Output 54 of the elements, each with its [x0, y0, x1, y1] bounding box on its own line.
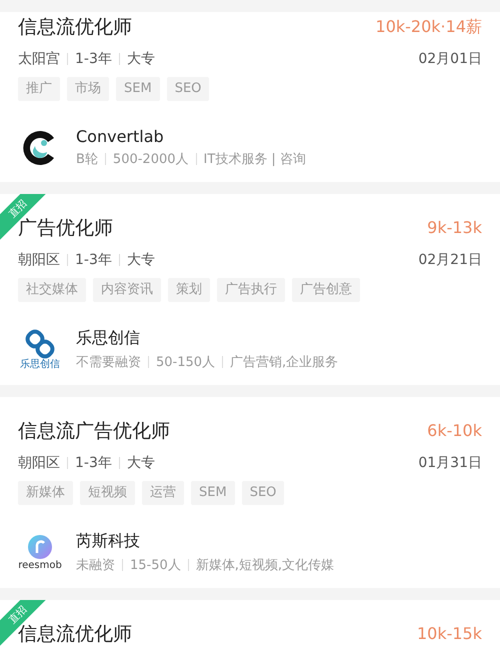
job-title: 信息流优化师	[18, 623, 132, 646]
job-meta: 大专	[126, 251, 155, 269]
salary: 10k-15k	[416, 623, 482, 645]
job-card[interactable]: 直招 广告优化师 9k-13k 朝阳区 1-3年 大专 02月21日 社交媒体 内容资讯 策划 广告执行 广告创意 乐思创信 乐思创信 不需要融资 50-150人 广告营销,企业服务	[0, 194, 500, 385]
skill-tag: 推广	[18, 77, 60, 101]
company-meta: 不需要融资	[76, 354, 141, 371]
job-title: 信息流优化师	[18, 15, 132, 39]
logo-icon	[25, 329, 55, 359]
company-meta: B轮	[76, 151, 98, 168]
post-date: 01月31日	[418, 454, 482, 472]
job-meta: 朝阳区	[18, 251, 60, 269]
salary: 6k-10k	[427, 420, 482, 442]
skill-tag: SEO	[242, 481, 284, 505]
job-meta: 1-3年	[75, 454, 112, 472]
company-meta: 新媒体,短视频,文化传媒	[196, 557, 334, 574]
company-meta: 500-2000人	[112, 151, 189, 168]
job-meta: 1-3年	[75, 50, 112, 68]
salary: 10k-20k·14薪	[376, 16, 482, 38]
skill-tag: 策划	[168, 278, 210, 302]
skill-tag: 新媒体	[18, 481, 73, 505]
job-meta: 太阳宫	[18, 50, 60, 68]
skill-tag: 运营	[142, 481, 184, 505]
job-title: 信息流广告优化师	[18, 419, 170, 443]
job-card[interactable]: 直招 信息流优化师 10k-15k	[0, 600, 500, 652]
company-meta: 15-50人	[130, 557, 181, 574]
skill-tag: SEM	[191, 481, 235, 505]
job-meta: 朝阳区	[18, 454, 60, 472]
company-meta: IT技术服务 | 咨询	[204, 151, 306, 168]
job-meta: 1-3年	[75, 251, 112, 269]
company-meta: 50-150人	[156, 354, 216, 371]
skill-tag: 社交媒体	[18, 278, 86, 302]
company-name: 芮斯科技	[76, 531, 141, 552]
job-meta: 大专	[126, 50, 155, 68]
company-name: 乐思创信	[76, 328, 141, 349]
skill-tag: SEM	[116, 77, 160, 101]
logo-icon	[27, 534, 53, 560]
post-date: 02月01日	[418, 50, 482, 68]
post-date: 02月21日	[418, 251, 482, 269]
skill-tag: 广告执行	[217, 278, 285, 302]
company-meta: 未融资	[76, 557, 115, 574]
job-meta: 大专	[126, 454, 155, 472]
skill-tag: 广告创意	[292, 278, 360, 302]
company-meta: 广告营销,企业服务	[230, 354, 338, 371]
job-card[interactable]: 信息流优化师 10k-20k·14薪 太阳宫 1-3年 大专 02月01日 推广 市场 SEM SEO Convertlab B轮 500-2000人 IT技术服务 | 咨询	[0, 12, 500, 182]
logo-text: 乐思创信	[20, 359, 60, 370]
skill-tag: 内容资讯	[93, 278, 161, 302]
company-name: Convertlab	[76, 127, 165, 146]
skill-tag: SEO	[166, 77, 210, 101]
logo-text: reesmob	[18, 560, 62, 571]
skill-tag: 短视频	[80, 481, 135, 505]
salary: 9k-13k	[427, 217, 482, 239]
job-card[interactable]: 信息流广告优化师 6k-10k 朝阳区 1-3年 大专 01月31日 新媒体 短视频 运营 SEM SEO reesmob 芮斯科技 未融资 15-50人 新媒体,短视频,文化传媒	[0, 397, 500, 588]
skill-tag: 市场	[67, 77, 109, 101]
job-title: 广告优化师	[18, 217, 113, 240]
